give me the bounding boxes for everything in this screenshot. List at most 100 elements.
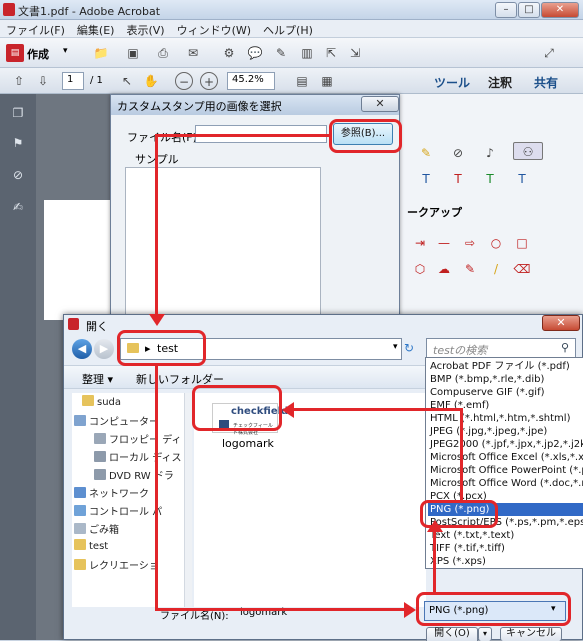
nav-item-floppy[interactable]: フロッピー ディ xyxy=(94,431,181,447)
tab-comment[interactable]: 注釈 xyxy=(488,74,512,91)
nav-scrollbar[interactable] xyxy=(184,393,192,607)
open-button[interactable]: 開く(O) xyxy=(426,627,478,641)
stamp-icon[interactable]: ⚇ xyxy=(513,142,543,160)
pages-icon[interactable]: ❐ xyxy=(9,104,27,122)
file-type-option[interactable]: Text (*.txt,*.text) xyxy=(428,529,583,542)
cloud-icon[interactable]: ☁ xyxy=(435,260,453,278)
underline-icon[interactable]: T xyxy=(481,170,499,188)
fit-width-icon[interactable]: ▦ xyxy=(318,72,336,90)
sound-icon[interactable]: ♪ xyxy=(481,144,499,162)
signature-icon[interactable]: ✍ xyxy=(9,198,27,216)
eraser-icon[interactable]: ⌫ xyxy=(513,260,531,278)
save-icon[interactable]: ▣ xyxy=(124,44,142,62)
textbox-icon[interactable]: ⇥ xyxy=(411,234,429,252)
organize-button[interactable]: 整理 ▾ xyxy=(82,371,113,387)
menu-file[interactable]: ファイル(F) xyxy=(0,20,71,38)
file-type-option[interactable]: Microsoft Office Word (*.doc,*.rtf,*.doc… xyxy=(428,477,583,490)
refresh-icon[interactable]: ↻ xyxy=(404,341,420,357)
menu-view[interactable]: 表示(V) xyxy=(120,20,170,38)
arrow-tool-icon[interactable]: ⇨ xyxy=(461,234,479,252)
cancel-button[interactable]: キャンセル xyxy=(500,627,562,641)
insert-text-icon[interactable]: T xyxy=(417,170,435,188)
open-dialog-title: 開く xyxy=(86,320,108,333)
page-up-icon[interactable]: ⇧ xyxy=(10,72,28,90)
zoom-in-icon[interactable]: + xyxy=(200,72,218,90)
stamp-dialog-close-icon[interactable]: ✕ xyxy=(361,96,399,112)
stamp-dialog-titlebar: カスタムスタンプ用の画像を選択 ✕ xyxy=(111,95,399,115)
page-down-icon[interactable]: ⇩ xyxy=(34,72,52,90)
email-icon[interactable]: ✉ xyxy=(184,44,202,62)
nav-item-test[interactable]: test xyxy=(74,539,108,555)
strikethrough-icon[interactable]: T xyxy=(449,170,467,188)
page-number-input[interactable]: 1 xyxy=(62,72,84,90)
file-type-option[interactable]: XPS (*.xps) xyxy=(428,555,583,568)
open-folder-icon[interactable]: 📁 xyxy=(92,44,110,62)
nav-item-control-panel[interactable]: コントロール パ xyxy=(74,503,162,519)
nav-item-user[interactable]: suda xyxy=(82,395,121,411)
settings-icon[interactable]: ⚙ xyxy=(220,44,238,62)
attach-file-icon[interactable]: ⊘ xyxy=(449,144,467,162)
hand-tool-icon[interactable]: ✋ xyxy=(142,72,160,90)
file-type-option[interactable]: Compuserve GIF (*.gif) xyxy=(428,386,583,399)
file-type-option[interactable]: JPEG2000 (*.jpf,*.jpx,*.jp2,*.j2k,*.j2c) xyxy=(428,438,583,451)
zoom-out-icon[interactable]: − xyxy=(175,72,193,90)
create-dropdown-icon[interactable]: ▾ xyxy=(63,46,68,56)
print-icon[interactable]: ⎙ xyxy=(154,44,172,62)
comment-panel: ✎ ⊘ ♪ ⚇ T T T T ークアップ ⇥ — ⇨ ○ □ ⬡ ☁ ✎ / … xyxy=(392,94,583,329)
file-type-dropdown-list[interactable]: Acrobat PDF ファイル (*.pdf) BMP (*.bmp,*.rle… xyxy=(425,357,583,569)
file-type-option[interactable]: Acrobat PDF ファイル (*.pdf) xyxy=(428,360,583,373)
bookmark-icon[interactable]: ⚑ xyxy=(9,134,27,152)
pencil-draw-icon[interactable]: / xyxy=(487,260,505,278)
pencil-icon[interactable]: ✎ xyxy=(461,260,479,278)
file-type-option[interactable]: BMP (*.bmp,*.rle,*.dib) xyxy=(428,373,583,386)
expand-icon[interactable]: ⤢ xyxy=(540,44,558,62)
maximize-icon[interactable]: □ xyxy=(518,2,540,18)
polygon-icon[interactable]: ⬡ xyxy=(411,260,429,278)
menu-edit[interactable]: 編集(E) xyxy=(71,20,121,38)
note-icon[interactable]: ✎ xyxy=(417,144,435,162)
nav-item-dvd[interactable]: DVD RW ドラ xyxy=(94,467,174,483)
fit-page-icon[interactable]: ▤ xyxy=(293,72,311,90)
menu-window[interactable]: ウィンドウ(W) xyxy=(171,20,257,38)
open-dialog-close-icon[interactable]: ✕ xyxy=(542,315,580,331)
menu-help[interactable]: ヘルプ(H) xyxy=(257,20,319,38)
forward-icon[interactable]: ▶ xyxy=(94,339,114,359)
create-button[interactable]: 作成 xyxy=(27,46,49,62)
close-icon[interactable]: ✕ xyxy=(541,2,579,18)
file-type-option[interactable]: HTML (*.html,*.htm,*.shtml) xyxy=(428,412,583,425)
attachment-icon[interactable]: ⊘ xyxy=(9,166,27,184)
file-type-option[interactable]: JPEG (*.jpg,*.jpeg,*.jpe) xyxy=(428,425,583,438)
tab-share[interactable]: 共有 xyxy=(534,74,558,91)
replace-text-icon[interactable]: T xyxy=(513,170,531,188)
address-dropdown-icon[interactable]: ▾ xyxy=(393,342,398,352)
export-icon[interactable]: ⇱ xyxy=(322,44,340,62)
rectangle-icon[interactable]: □ xyxy=(513,234,531,252)
tab-tools[interactable]: ツール xyxy=(434,74,470,91)
oval-icon[interactable]: ○ xyxy=(487,234,505,252)
open-options-icon[interactable]: ▾ xyxy=(478,627,492,641)
nav-item-recycle-bin[interactable]: ごみ箱 xyxy=(74,521,119,537)
zoom-select[interactable]: 45.2% xyxy=(227,72,275,90)
file-name: logomark xyxy=(222,437,274,450)
recycle-bin-icon xyxy=(74,523,86,534)
floppy-icon xyxy=(94,433,106,444)
nav-item-recreation[interactable]: レクリエーショ xyxy=(74,557,159,573)
arrow-down-icon xyxy=(149,314,165,326)
line-icon[interactable]: — xyxy=(435,234,453,252)
share-icon[interactable]: ⇲ xyxy=(346,44,364,62)
minimize-icon[interactable]: – xyxy=(495,2,517,18)
search-placeholder: testの検索 xyxy=(433,344,488,357)
highlight-icon[interactable]: ✎ xyxy=(272,44,290,62)
nav-item-network[interactable]: ネットワーク xyxy=(74,485,149,501)
select-cursor-icon[interactable]: ↖ xyxy=(118,72,136,90)
file-type-option[interactable]: Microsoft Office Excel (*.xls,*.xlsx,*.x… xyxy=(428,451,583,464)
nav-item-local-disk[interactable]: ローカル ディス xyxy=(94,449,181,465)
user-folder-icon xyxy=(82,395,94,406)
file-type-option[interactable]: Microsoft Office PowerPoint (*.ppt,*.ppt… xyxy=(428,464,583,477)
back-icon[interactable]: ◀ xyxy=(72,339,92,359)
file-type-option[interactable]: TIFF (*.tif,*.tiff) xyxy=(428,542,583,555)
left-nav-pane: ❐ ⚑ ⊘ ✍ xyxy=(0,94,36,640)
nav-item-computer[interactable]: コンピューター xyxy=(74,413,159,429)
comment-icon[interactable]: 💬 xyxy=(246,44,264,62)
attach-icon[interactable]: ▥ xyxy=(298,44,316,62)
